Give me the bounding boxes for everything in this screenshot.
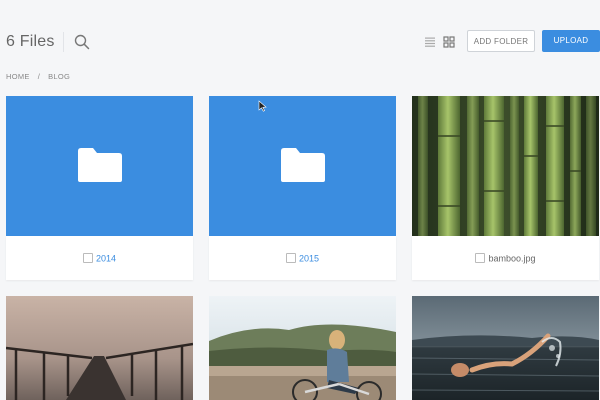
folder-thumbnail[interactable] xyxy=(209,96,396,236)
file-name[interactable]: 2014 xyxy=(96,254,116,264)
select-checkbox[interactable] xyxy=(285,252,296,263)
mouse-cursor-icon xyxy=(258,100,267,112)
bamboo-image[interactable] xyxy=(412,96,599,236)
folder-icon xyxy=(78,148,122,182)
select-checkbox[interactable] xyxy=(475,252,486,263)
list-view-icon[interactable] xyxy=(424,36,436,48)
select-checkbox[interactable] xyxy=(82,252,93,263)
folder-icon xyxy=(281,148,325,182)
breadcrumb: HOME / BLOG xyxy=(6,72,70,81)
search-icon[interactable] xyxy=(74,34,90,50)
file-card-footer: 2015 xyxy=(209,236,396,280)
page-title: 6 Files xyxy=(6,33,55,50)
divider xyxy=(63,32,64,52)
add-folder-button[interactable]: ADD FOLDER xyxy=(467,30,535,52)
file-caption: 2015 xyxy=(209,236,396,280)
cyclist-image[interactable] xyxy=(209,296,396,400)
swimmer-image[interactable] xyxy=(412,296,599,400)
toolbar: 6 Files ADD FOLDER UPLOAD xyxy=(0,0,600,85)
file-name[interactable]: 2015 xyxy=(299,254,319,264)
upload-button[interactable]: UPLOAD xyxy=(542,30,600,52)
file-caption: 2014 xyxy=(6,236,193,280)
pier-image[interactable] xyxy=(6,296,193,400)
file-card-footer: 2014 xyxy=(6,236,193,280)
file-caption: bamboo.jpg xyxy=(412,236,599,280)
file-name[interactable]: bamboo.jpg xyxy=(488,254,535,264)
file-card-footer: bamboo.jpg xyxy=(412,236,599,280)
breadcrumb-item-home[interactable]: HOME xyxy=(6,72,30,81)
breadcrumb-item-blog[interactable]: BLOG xyxy=(48,72,70,81)
folder-thumbnail[interactable] xyxy=(6,96,193,236)
grid-view-icon[interactable] xyxy=(443,36,455,48)
breadcrumb-separator: / xyxy=(37,72,41,81)
